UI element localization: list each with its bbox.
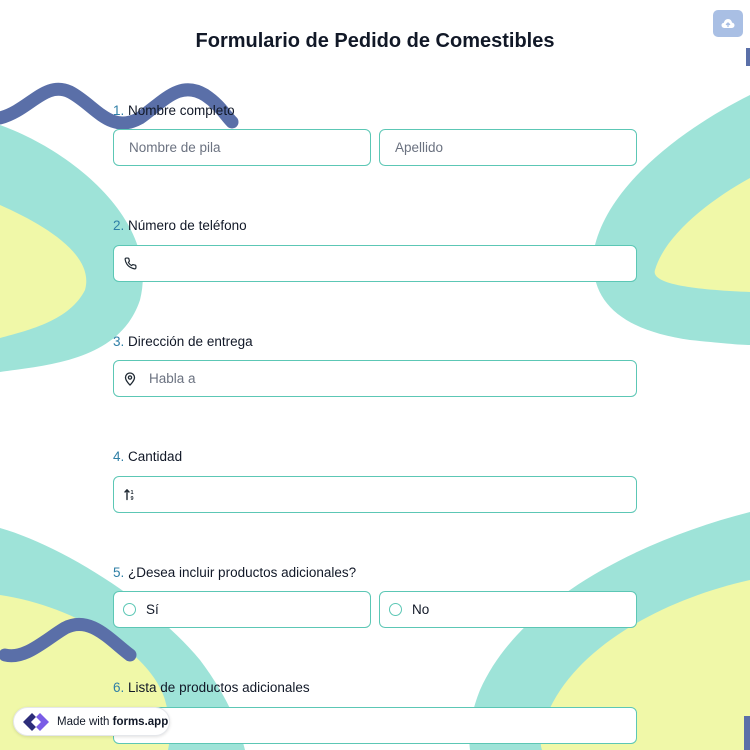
- question-number: 2.: [113, 218, 125, 233]
- forms-app-logo-icon: [23, 712, 49, 731]
- number-sort-icon: 19: [123, 488, 137, 501]
- question-number: 6.: [113, 680, 125, 695]
- question-extra-products: 5. ¿Desea incluir productos adicionales?: [113, 564, 637, 582]
- question-text: Número de teléfono: [128, 218, 247, 233]
- badge-text: Made with forms.app: [57, 716, 168, 728]
- phone-icon: [123, 257, 137, 270]
- question-label: 1. Nombre completo: [113, 102, 637, 120]
- form-title: Formulario de Pedido de Comestibles: [195, 30, 555, 52]
- question-number: 4.: [113, 449, 125, 464]
- question-label: 5. ¿Desea incluir productos adicionales?: [113, 564, 637, 582]
- option-no[interactable]: No: [379, 591, 637, 628]
- option-label: No: [412, 602, 430, 617]
- question-full-name: 1. Nombre completo: [113, 102, 637, 120]
- question-product-list: 6. Lista de productos adicionales: [113, 679, 637, 697]
- radio-button[interactable]: [123, 603, 136, 616]
- question-label: 2. Número de teléfono: [113, 217, 637, 235]
- last-name-input[interactable]: Apellido: [379, 129, 637, 166]
- address-placeholder: Habla a: [149, 371, 196, 386]
- cloud-upload-icon: [721, 19, 735, 28]
- form-page: Formulario de Pedido de Comestibles 1. N…: [0, 0, 750, 750]
- question-text: Dirección de entrega: [128, 334, 253, 349]
- question-phone: 2. Número de teléfono: [113, 217, 637, 235]
- question-number: 1.: [113, 103, 125, 118]
- question-label: 4. Cantidad: [113, 448, 637, 466]
- badge-prefix: Made with: [57, 715, 110, 728]
- location-pin-icon: [123, 371, 137, 386]
- question-text: Cantidad: [128, 449, 183, 464]
- question-label: 6. Lista de productos adicionales: [113, 679, 637, 697]
- option-label: Sí: [146, 602, 159, 617]
- address-input[interactable]: Habla a: [113, 360, 637, 397]
- badge-brand: forms.app: [112, 715, 169, 728]
- question-text: Nombre completo: [128, 103, 235, 118]
- first-name-placeholder: Nombre de pila: [129, 140, 221, 155]
- phone-input[interactable]: [113, 245, 637, 282]
- question-address: 3. Dirección de entrega: [113, 333, 637, 351]
- question-label: 3. Dirección de entrega: [113, 333, 637, 351]
- question-text: ¿Desea incluir productos adicionales?: [128, 565, 357, 580]
- radio-button[interactable]: [389, 603, 402, 616]
- question-text: Lista de productos adicionales: [128, 680, 310, 695]
- question-number: 5.: [113, 565, 125, 580]
- last-name-placeholder: Apellido: [395, 140, 444, 155]
- upload-button[interactable]: [713, 10, 743, 37]
- question-quantity: 4. Cantidad: [113, 448, 637, 466]
- svg-text:9: 9: [130, 496, 133, 501]
- quantity-input[interactable]: 19: [113, 476, 637, 513]
- product-list-input[interactable]: [113, 707, 637, 744]
- question-number: 3.: [113, 334, 125, 349]
- first-name-input[interactable]: Nombre de pila: [113, 129, 371, 166]
- option-yes[interactable]: Sí: [113, 591, 371, 628]
- made-with-badge[interactable]: Made with forms.app: [13, 707, 170, 736]
